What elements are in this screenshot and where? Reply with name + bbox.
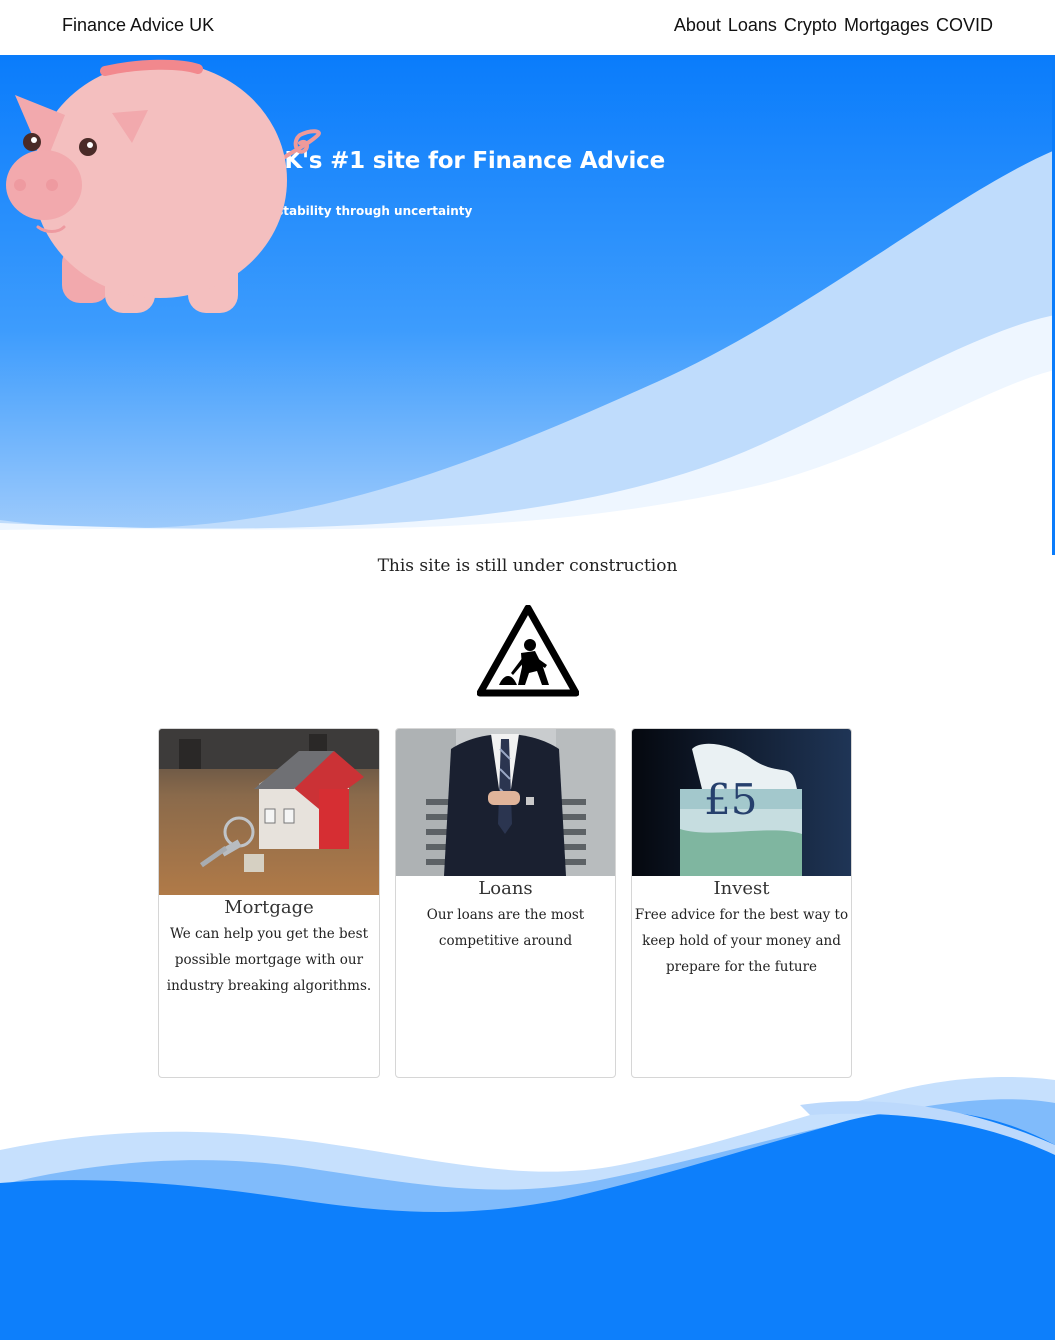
- nav-link-crypto[interactable]: Crypto: [784, 15, 837, 36]
- construction-sign-icon: [477, 605, 579, 697]
- card-image-businessman-in-suit: [396, 729, 615, 876]
- card-title: Mortgage: [224, 897, 314, 918]
- card-invest: £5 Invest Free advice for the best way t…: [631, 728, 852, 1078]
- piggy-bank-icon: [6, 59, 321, 313]
- brand-link[interactable]: Finance Advice UK: [62, 15, 214, 36]
- card-loans: Loans Our loans are the most competitive…: [395, 728, 616, 1078]
- nav-link-loans[interactable]: Loans: [728, 15, 777, 36]
- footer-wave-background: [0, 1077, 1055, 1340]
- card-image-five-pound-note: £5: [632, 729, 851, 876]
- card-title: Loans: [478, 878, 533, 899]
- card-title: Invest: [713, 878, 770, 899]
- hero-section: The UK's #1 site for Finance Advice Fina…: [0, 55, 1055, 555]
- card-mortgage: Mortgage We can help you get the best po…: [158, 728, 380, 1078]
- nav-link-mortgages[interactable]: Mortgages: [844, 15, 929, 36]
- navbar: Finance Advice UK About Loans Crypto Mor…: [0, 0, 1055, 55]
- card-text: We can help you get the best possible mo…: [166, 926, 372, 994]
- card-image-house-with-keys: [159, 729, 379, 895]
- page: Finance Advice UK About Loans Crypto Mor…: [0, 0, 1055, 1340]
- card-text: Free advice for the best way to keep hol…: [634, 907, 849, 975]
- nav-link-about[interactable]: About: [674, 15, 721, 36]
- nav-links: About Loans Crypto Mortgages COVID: [674, 15, 993, 36]
- nav-link-covid[interactable]: COVID: [936, 15, 993, 36]
- construction-message: This site is still under construction: [377, 556, 678, 576]
- svg-text:£5: £5: [704, 775, 757, 824]
- card-text: Our loans are the most competitive aroun…: [426, 907, 585, 949]
